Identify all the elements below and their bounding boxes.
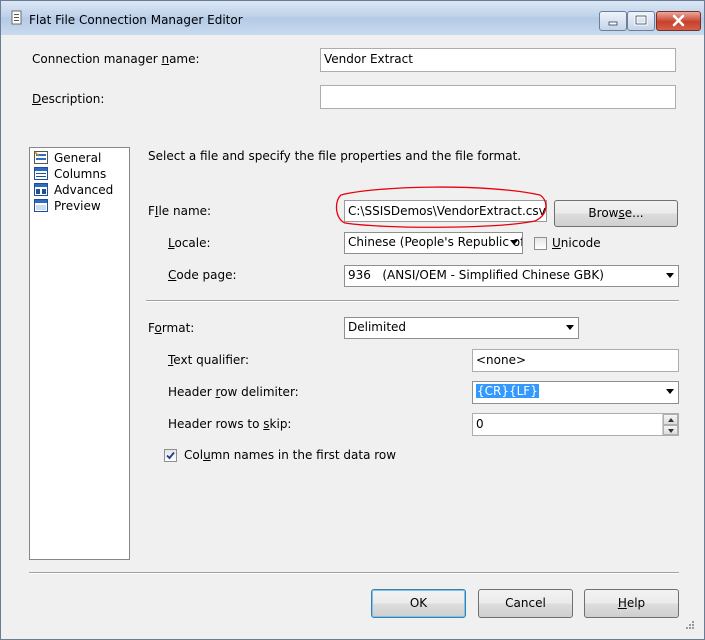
label-part: F (148, 204, 155, 218)
resize-grip-icon[interactable] (684, 619, 695, 630)
nav-item-label: General (54, 151, 102, 165)
label-accelerator: n (161, 52, 170, 66)
preview-icon (34, 199, 48, 212)
label-accelerator: D (32, 92, 42, 106)
section-divider (146, 300, 679, 302)
instruction-text: Select a file and specify the file prope… (148, 149, 522, 163)
nav-item-label: Preview (54, 199, 101, 213)
format-dropdown[interactable]: Delimited (344, 317, 579, 339)
label-part: mn names in the first data row (210, 448, 397, 462)
arrow-up-icon (668, 418, 674, 422)
header-rows-to-skip-value: 0 (476, 417, 484, 431)
locale-value: Chinese (People's Republic of (348, 235, 523, 249)
label-part: kip: (269, 417, 292, 431)
code-page-dropdown[interactable]: 936 (ANSI/OEM - Simplified Chinese GBK) (344, 265, 679, 287)
nav-item-general[interactable]: General (34, 150, 129, 166)
label-accelerator: o (154, 321, 162, 335)
nav-item-label: Columns (54, 167, 107, 181)
spin-down-button[interactable] (663, 424, 678, 435)
checkmark-icon (166, 451, 175, 460)
page-navigation-list: General Columns Advanced Preview (29, 147, 130, 560)
maximize-icon (634, 14, 648, 26)
label-accelerator: u (203, 448, 211, 462)
code-page-value: 936 (ANSI/OEM - Simplified Chinese GBK) (348, 268, 604, 282)
label-part: Header rows to (168, 417, 264, 431)
header-row-delimiter-label: Header row delimiter: (168, 385, 299, 399)
chevron-down-icon (566, 325, 574, 330)
cancel-button[interactable]: Cancel (478, 589, 573, 618)
nav-item-advanced[interactable]: Advanced (34, 182, 129, 198)
nav-item-label: Advanced (54, 183, 114, 197)
header-row-delimiter-value: {CR}{LF} (476, 384, 539, 398)
description-label: Description: (32, 92, 104, 106)
label-part: Brow (588, 206, 619, 220)
label-part: le name: (158, 204, 212, 218)
label-part: e... (624, 206, 644, 220)
connection-manager-name-input[interactable]: Vendor Extract (320, 48, 676, 72)
label-part: Header (168, 385, 216, 399)
header-rows-to-skip-stepper[interactable]: 0 (472, 413, 679, 436)
label-part: Col (184, 448, 204, 462)
label-part: escription: (41, 92, 105, 106)
label-part: ext qualifier: (173, 353, 250, 367)
close-button[interactable] (656, 11, 701, 31)
label-part: Connection manager (32, 52, 162, 66)
locale-label: Locale: (168, 236, 211, 250)
column-names-label: Column names in the first data row (184, 448, 396, 462)
label-accelerator: H (617, 596, 627, 610)
file-name-label: FIle name: (148, 204, 211, 218)
locale-dropdown[interactable]: Chinese (People's Republic of (344, 232, 523, 254)
dialog-body: Connection manager name: Vendor Extract … (9, 35, 696, 631)
code-page-label: Code page: (168, 268, 237, 282)
advanced-icon (34, 183, 48, 196)
browse-button[interactable]: Browse... (554, 200, 678, 227)
chevron-down-icon (510, 240, 518, 245)
connection-manager-name-label: Connection manager name: (32, 52, 200, 66)
unicode-checkbox[interactable] (534, 237, 547, 250)
unicode-label: Unicode (552, 236, 601, 250)
header-rows-to-skip-label: Header rows to skip: (168, 417, 291, 431)
text-qualifier-label: Text qualifier: (168, 353, 249, 367)
label-part: nicode (560, 236, 601, 250)
description-input[interactable] (320, 85, 676, 109)
format-value: Delimited (348, 320, 407, 334)
label-part: elp (626, 596, 646, 610)
arrow-down-icon (668, 428, 674, 433)
app-document-icon (11, 10, 22, 25)
label-part: ame: (169, 52, 200, 66)
close-icon (672, 14, 685, 27)
label-part: ode page: (176, 268, 237, 282)
label-part: rmat: (161, 321, 195, 335)
spin-up-button[interactable] (663, 414, 678, 425)
spin-buttons (662, 414, 678, 435)
minimize-icon (608, 21, 618, 26)
chevron-down-icon (666, 273, 674, 278)
label-part: ocale: (174, 236, 211, 250)
maximize-button[interactable] (627, 11, 655, 31)
title-bar[interactable]: Flat File Connection Manager Editor (1, 1, 704, 35)
label-part: ow delimiter: (220, 385, 299, 399)
nav-item-columns[interactable]: Columns (34, 166, 129, 182)
dialog-window: Flat File Connection Manager Editor Conn… (0, 0, 705, 640)
columns-icon (34, 167, 48, 180)
red-highlight-ellipse-icon (335, 186, 547, 228)
chevron-down-icon (666, 389, 674, 394)
text-qualifier-input[interactable]: <none> (472, 349, 679, 372)
column-names-checkbox[interactable] (164, 449, 177, 462)
label-accelerator: U (552, 236, 561, 250)
help-button[interactable]: Help (584, 589, 679, 618)
format-label: Format: (148, 321, 194, 335)
nav-item-preview[interactable]: Preview (34, 198, 129, 214)
ok-button[interactable]: OK (371, 589, 466, 618)
footer-divider (29, 572, 679, 574)
window-title: Flat File Connection Manager Editor (29, 13, 243, 27)
general-icon (34, 151, 48, 164)
header-row-delimiter-dropdown[interactable]: {CR}{LF} (472, 381, 679, 404)
minimize-button[interactable] (599, 11, 627, 31)
